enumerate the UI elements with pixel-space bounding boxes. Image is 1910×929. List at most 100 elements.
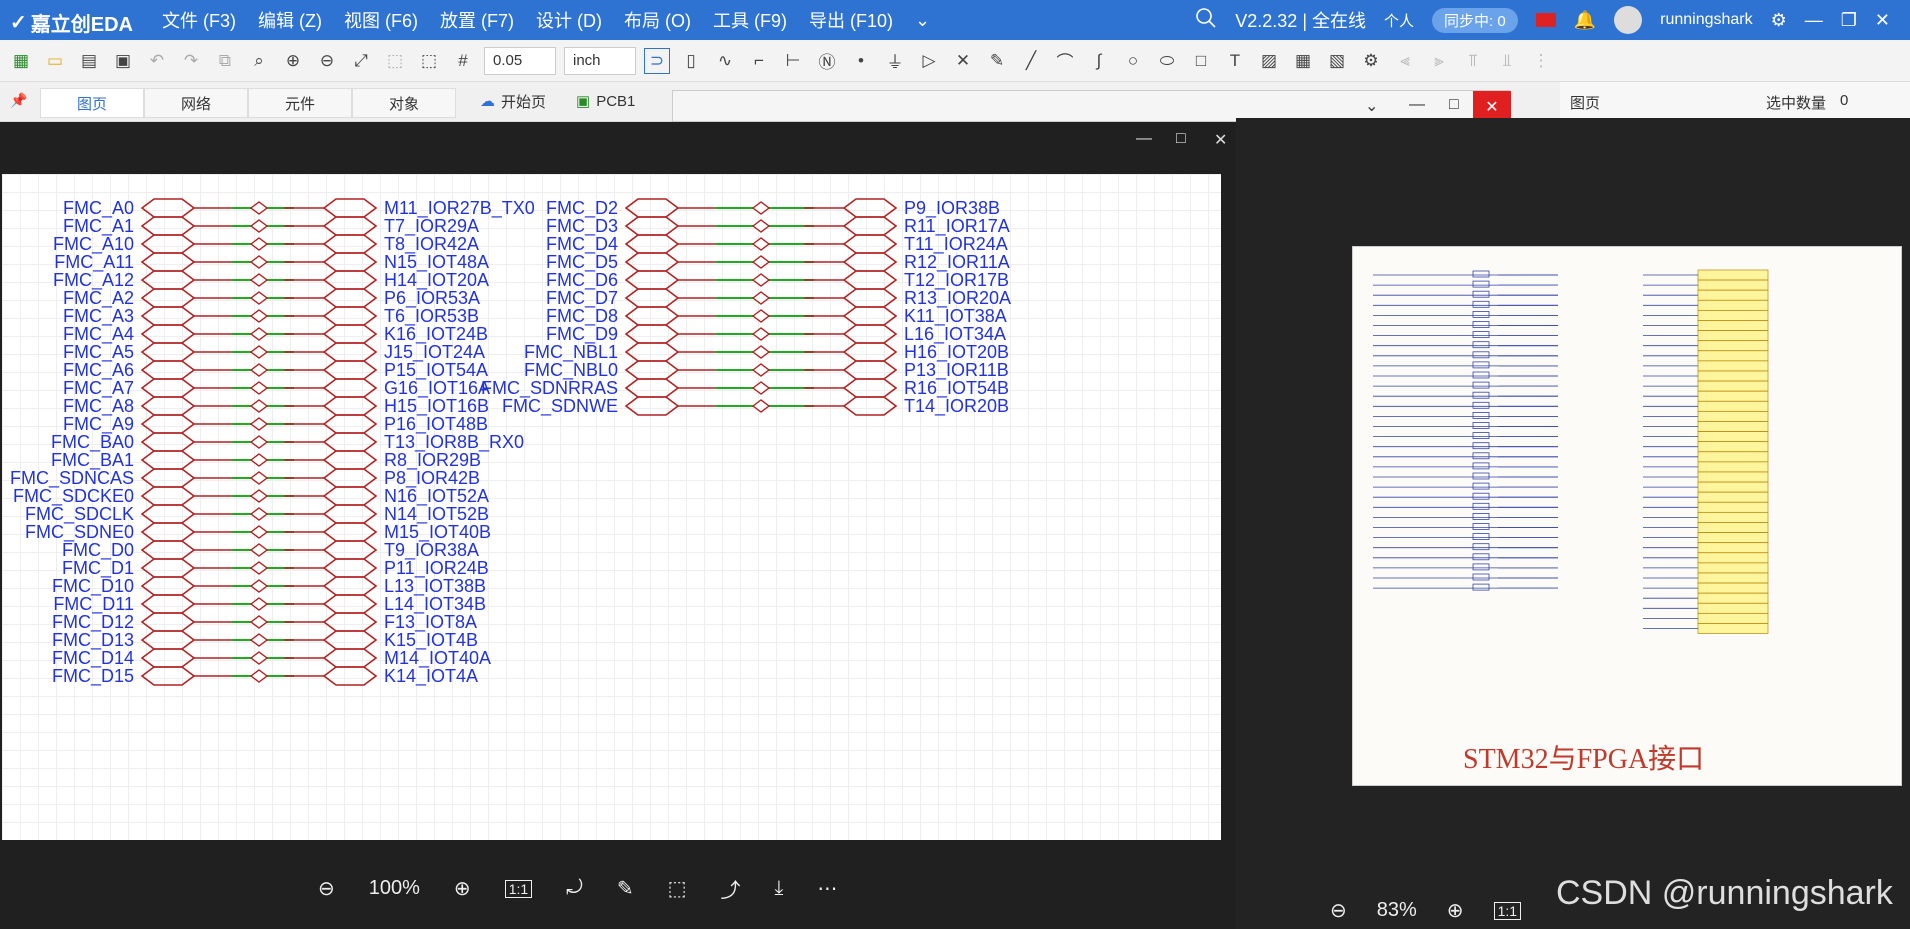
- tab-pages[interactable]: 图页: [40, 88, 144, 118]
- grid-icon[interactable]: #: [450, 48, 476, 74]
- junction-marker: [751, 291, 771, 305]
- menu-layout[interactable]: 布局 (O): [624, 7, 691, 33]
- unit-select[interactable]: inch: [564, 46, 636, 75]
- snap-icon[interactable]: ⊃: [644, 47, 670, 74]
- selected-count-label: 选中数量: [1766, 95, 1827, 112]
- doc-tab-pcb[interactable]: ▣ PCB1: [576, 86, 635, 116]
- menu-export[interactable]: 导出 (F10): [809, 7, 893, 33]
- main-toolbar: ▦ ▭ ▤ ▣ ↶ ↷ ⧉ ⌕ ⊕ ⊖ ⤢ ⬚ ⬚ # 0.05 inch ⊃ …: [0, 40, 1910, 82]
- distribute-icon[interactable]: ⋮: [1528, 48, 1554, 74]
- bus-icon[interactable]: ⌐: [746, 48, 772, 74]
- circle-icon[interactable]: ○: [1120, 48, 1146, 74]
- align-left-icon[interactable]: ⫷: [1392, 48, 1418, 74]
- junction-icon[interactable]: •: [848, 48, 874, 74]
- bell-icon[interactable]: 🔔: [1574, 10, 1596, 31]
- minimize-icon[interactable]: —: [1409, 96, 1425, 114]
- zoom-select-icon[interactable]: ⬚: [416, 48, 442, 74]
- close-icon[interactable]: ✕: [1214, 130, 1227, 150]
- rotate-icon[interactable]: ⤾: [566, 877, 583, 900]
- resistor-symbol: [1472, 280, 1490, 288]
- personal-menu[interactable]: 个人: [1384, 10, 1414, 31]
- avatar[interactable]: [1614, 6, 1643, 34]
- open-folder-icon[interactable]: ▭: [42, 48, 68, 74]
- chevron-down-icon[interactable]: ⌄: [1365, 96, 1378, 116]
- doc-tab-home[interactable]: ☁ 开始页: [480, 86, 546, 116]
- download-icon[interactable]: ⤓: [775, 877, 784, 900]
- align-bottom-icon[interactable]: ⫫: [1494, 48, 1520, 74]
- net-flag: [842, 216, 898, 236]
- probe-icon[interactable]: ✎: [984, 48, 1010, 74]
- copy-icon[interactable]: ⧉: [212, 48, 238, 74]
- arc-icon[interactable]: ⌒: [1052, 48, 1078, 74]
- bezier-icon[interactable]: ∫: [1086, 48, 1112, 74]
- net-label-icon[interactable]: Ⓝ: [814, 48, 840, 74]
- save-all-icon[interactable]: ▣: [110, 48, 136, 74]
- resistor-symbol: [1472, 290, 1490, 298]
- wire-icon[interactable]: ∿: [712, 48, 738, 74]
- junction-marker: [249, 453, 269, 467]
- tab-nets[interactable]: 网络: [144, 88, 248, 118]
- resistor-symbol: [1472, 331, 1490, 338]
- gear-icon[interactable]: ⚙: [1771, 10, 1787, 31]
- no-connect-icon[interactable]: ✕: [950, 48, 976, 74]
- edit-icon[interactable]: ✎: [617, 876, 634, 901]
- close-icon[interactable]: ✕: [1875, 10, 1890, 31]
- zoom-out-icon[interactable]: ⊖: [314, 48, 340, 74]
- undo-icon[interactable]: ↶: [144, 48, 170, 74]
- junction-marker: [249, 273, 269, 287]
- actual-size-button[interactable]: 1:1: [1493, 901, 1522, 920]
- junction-marker: [249, 381, 269, 395]
- flag-icon[interactable]: [1535, 13, 1556, 27]
- text-icon[interactable]: T: [1222, 48, 1248, 74]
- maximize-icon[interactable]: □: [1449, 96, 1459, 114]
- zoom-area-icon[interactable]: ⬚: [382, 48, 408, 74]
- rectangle-icon[interactable]: □: [1188, 48, 1214, 74]
- zoom-in-icon[interactable]: ⊕: [280, 48, 306, 74]
- search-icon[interactable]: [1195, 7, 1217, 34]
- zoom-out-icon[interactable]: ⊖: [318, 876, 335, 901]
- find-icon[interactable]: ⌕: [246, 48, 272, 74]
- annotate-icon[interactable]: ▧: [1324, 48, 1350, 74]
- net-port-icon[interactable]: ▷: [916, 48, 942, 74]
- zoom-out-icon[interactable]: ⊖: [1330, 898, 1347, 923]
- power-icon[interactable]: ⏚: [882, 48, 908, 74]
- sync-badge[interactable]: 同步中: 0: [1432, 7, 1518, 33]
- settings-icon[interactable]: ⚙: [1358, 48, 1384, 74]
- maximize-icon[interactable]: □: [1176, 130, 1186, 148]
- image-icon[interactable]: ▨: [1256, 48, 1282, 74]
- chevron-down-icon[interactable]: ⌄: [915, 10, 930, 31]
- menu-place[interactable]: 放置 (F7): [440, 7, 514, 33]
- actual-size-button[interactable]: 1:1: [504, 879, 533, 898]
- pin-icon[interactable]: 📌: [10, 92, 27, 109]
- new-project-icon[interactable]: ▦: [8, 48, 34, 74]
- username[interactable]: runningshark: [1660, 11, 1753, 29]
- menu-view[interactable]: 视图 (F6): [344, 7, 418, 33]
- component-icon[interactable]: ▯: [678, 48, 704, 74]
- zoom-in-icon[interactable]: ⊕: [1447, 898, 1464, 923]
- app-logo[interactable]: ✓ 嘉立创EDA: [10, 8, 133, 37]
- save-icon[interactable]: ▤: [76, 48, 102, 74]
- redo-icon[interactable]: ↷: [178, 48, 204, 74]
- net-flag: [322, 378, 378, 398]
- table-icon[interactable]: ▦: [1290, 48, 1316, 74]
- zoom-in-icon[interactable]: ⊕: [454, 876, 471, 901]
- align-top-icon[interactable]: ⫪: [1460, 48, 1486, 74]
- minimize-icon[interactable]: —: [1805, 10, 1823, 31]
- align-right-icon[interactable]: ⫸: [1426, 48, 1452, 74]
- menu-design[interactable]: 设计 (D): [536, 7, 602, 33]
- menu-tools[interactable]: 工具 (F9): [713, 7, 787, 33]
- line-icon[interactable]: ╱: [1018, 48, 1044, 74]
- maximize-icon[interactable]: ❐: [1841, 10, 1857, 31]
- menu-edit[interactable]: 编辑 (Z): [258, 7, 322, 33]
- bus-entry-icon[interactable]: ⊢: [780, 48, 806, 74]
- tab-components[interactable]: 元件: [248, 88, 352, 118]
- more-icon[interactable]: ⋯: [817, 876, 837, 901]
- tab-objects[interactable]: 对象: [352, 88, 456, 118]
- minimize-icon[interactable]: —: [1136, 130, 1152, 148]
- ellipse-icon[interactable]: ⬭: [1154, 48, 1180, 74]
- menu-file[interactable]: 文件 (F3): [162, 7, 236, 33]
- fit-icon[interactable]: ⤢: [348, 48, 374, 74]
- share-icon[interactable]: ⤴: [721, 874, 741, 903]
- grid-size-select[interactable]: 0.05: [484, 46, 556, 75]
- ocr-icon[interactable]: ⬚: [668, 876, 687, 901]
